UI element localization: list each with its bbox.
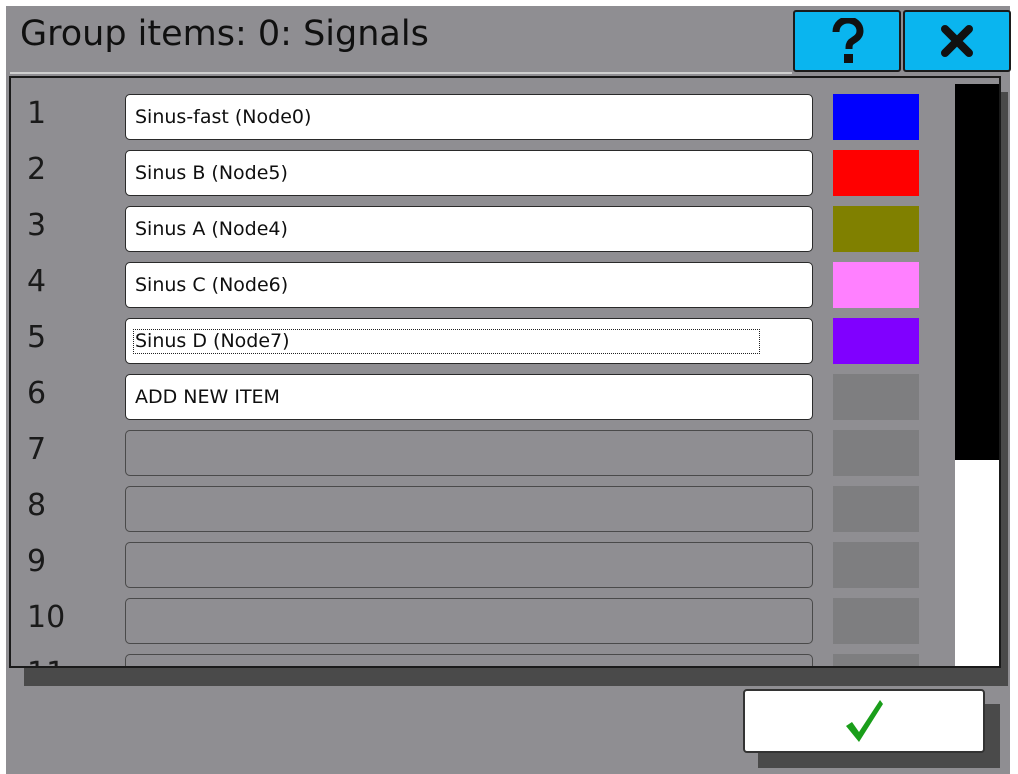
list-item[interactable]: 7 bbox=[11, 428, 951, 484]
list-item[interactable]: 4 Sinus C (Node6) bbox=[11, 260, 951, 316]
checkmark-icon bbox=[846, 700, 883, 742]
item-number: 2 bbox=[27, 152, 47, 187]
color-swatch[interactable] bbox=[833, 206, 919, 252]
title-underline bbox=[10, 72, 792, 74]
color-swatch[interactable] bbox=[833, 430, 919, 476]
empty-item-slot[interactable] bbox=[125, 430, 813, 476]
list-item[interactable]: 1 Sinus-fast (Node0) bbox=[11, 92, 951, 148]
scrollbar-thumb[interactable] bbox=[955, 84, 999, 460]
color-swatch[interactable] bbox=[833, 654, 919, 666]
item-number: 11 bbox=[27, 656, 117, 666]
item-number: 3 bbox=[27, 208, 47, 243]
item-number: 7 bbox=[27, 432, 47, 467]
app-window: Group items: 0: Signals 1 Sinus-fast (Nod… bbox=[0, 0, 1018, 774]
title-bar: Group items: 0: Signals bbox=[6, 6, 1011, 74]
add-new-item-button[interactable]: ADD NEW ITEM bbox=[125, 374, 813, 420]
item-list: 1 Sinus-fast (Node0) 2 Sinus B (Node5) 3 Sinu… bbox=[9, 76, 1001, 668]
dialog-title: Group items: 0: Signals bbox=[20, 14, 429, 54]
color-swatch[interactable] bbox=[833, 374, 919, 420]
item-number: 4 bbox=[27, 264, 47, 299]
list-item[interactable]: 5 Sinus D (Node7) bbox=[11, 316, 951, 372]
empty-item-slot[interactable] bbox=[125, 654, 813, 666]
color-swatch[interactable] bbox=[833, 262, 919, 308]
list-item[interactable]: 11 bbox=[11, 652, 951, 666]
item-number: 6 bbox=[27, 376, 47, 411]
list-item[interactable]: 6 ADD NEW ITEM bbox=[11, 372, 951, 428]
close-icon bbox=[941, 25, 973, 57]
list-item[interactable]: 2 Sinus B (Node5) bbox=[11, 148, 951, 204]
help-button[interactable] bbox=[793, 10, 901, 72]
list-item[interactable]: 8 bbox=[11, 484, 951, 540]
item-number: 8 bbox=[27, 488, 47, 523]
item-signal-field[interactable]: Sinus C (Node6) bbox=[125, 262, 813, 308]
empty-item-slot[interactable] bbox=[125, 542, 813, 588]
item-signal-field[interactable]: Sinus B (Node5) bbox=[125, 150, 813, 196]
item-number: 1 bbox=[27, 96, 47, 131]
question-mark-icon bbox=[832, 18, 864, 63]
item-number: 10 bbox=[27, 600, 66, 635]
item-signal-field[interactable]: Sinus-fast (Node0) bbox=[125, 94, 813, 140]
confirm-button[interactable] bbox=[743, 689, 985, 753]
empty-item-slot[interactable] bbox=[125, 486, 813, 532]
color-swatch[interactable] bbox=[833, 150, 919, 196]
item-number: 5 bbox=[27, 320, 47, 355]
scrollbar-remaining[interactable] bbox=[955, 460, 999, 666]
empty-item-slot[interactable] bbox=[125, 598, 813, 644]
color-swatch[interactable] bbox=[833, 486, 919, 532]
item-signal-field[interactable]: Sinus A (Node4) bbox=[125, 206, 813, 252]
color-swatch[interactable] bbox=[833, 542, 919, 588]
item-number: 9 bbox=[27, 544, 47, 579]
color-swatch[interactable] bbox=[833, 598, 919, 644]
color-swatch[interactable] bbox=[833, 94, 919, 140]
color-swatch[interactable] bbox=[833, 318, 919, 364]
list-item[interactable]: 10 bbox=[11, 596, 951, 652]
close-button[interactable] bbox=[903, 10, 1011, 72]
group-items-dialog: Group items: 0: Signals 1 Sinus-fast (Nod… bbox=[6, 6, 1011, 774]
list-item[interactable]: 9 bbox=[11, 540, 951, 596]
list-item[interactable]: 3 Sinus A (Node4) bbox=[11, 204, 951, 260]
item-label: Sinus D (Node7) bbox=[133, 329, 760, 354]
item-signal-field[interactable]: Sinus D (Node7) bbox=[125, 318, 813, 364]
